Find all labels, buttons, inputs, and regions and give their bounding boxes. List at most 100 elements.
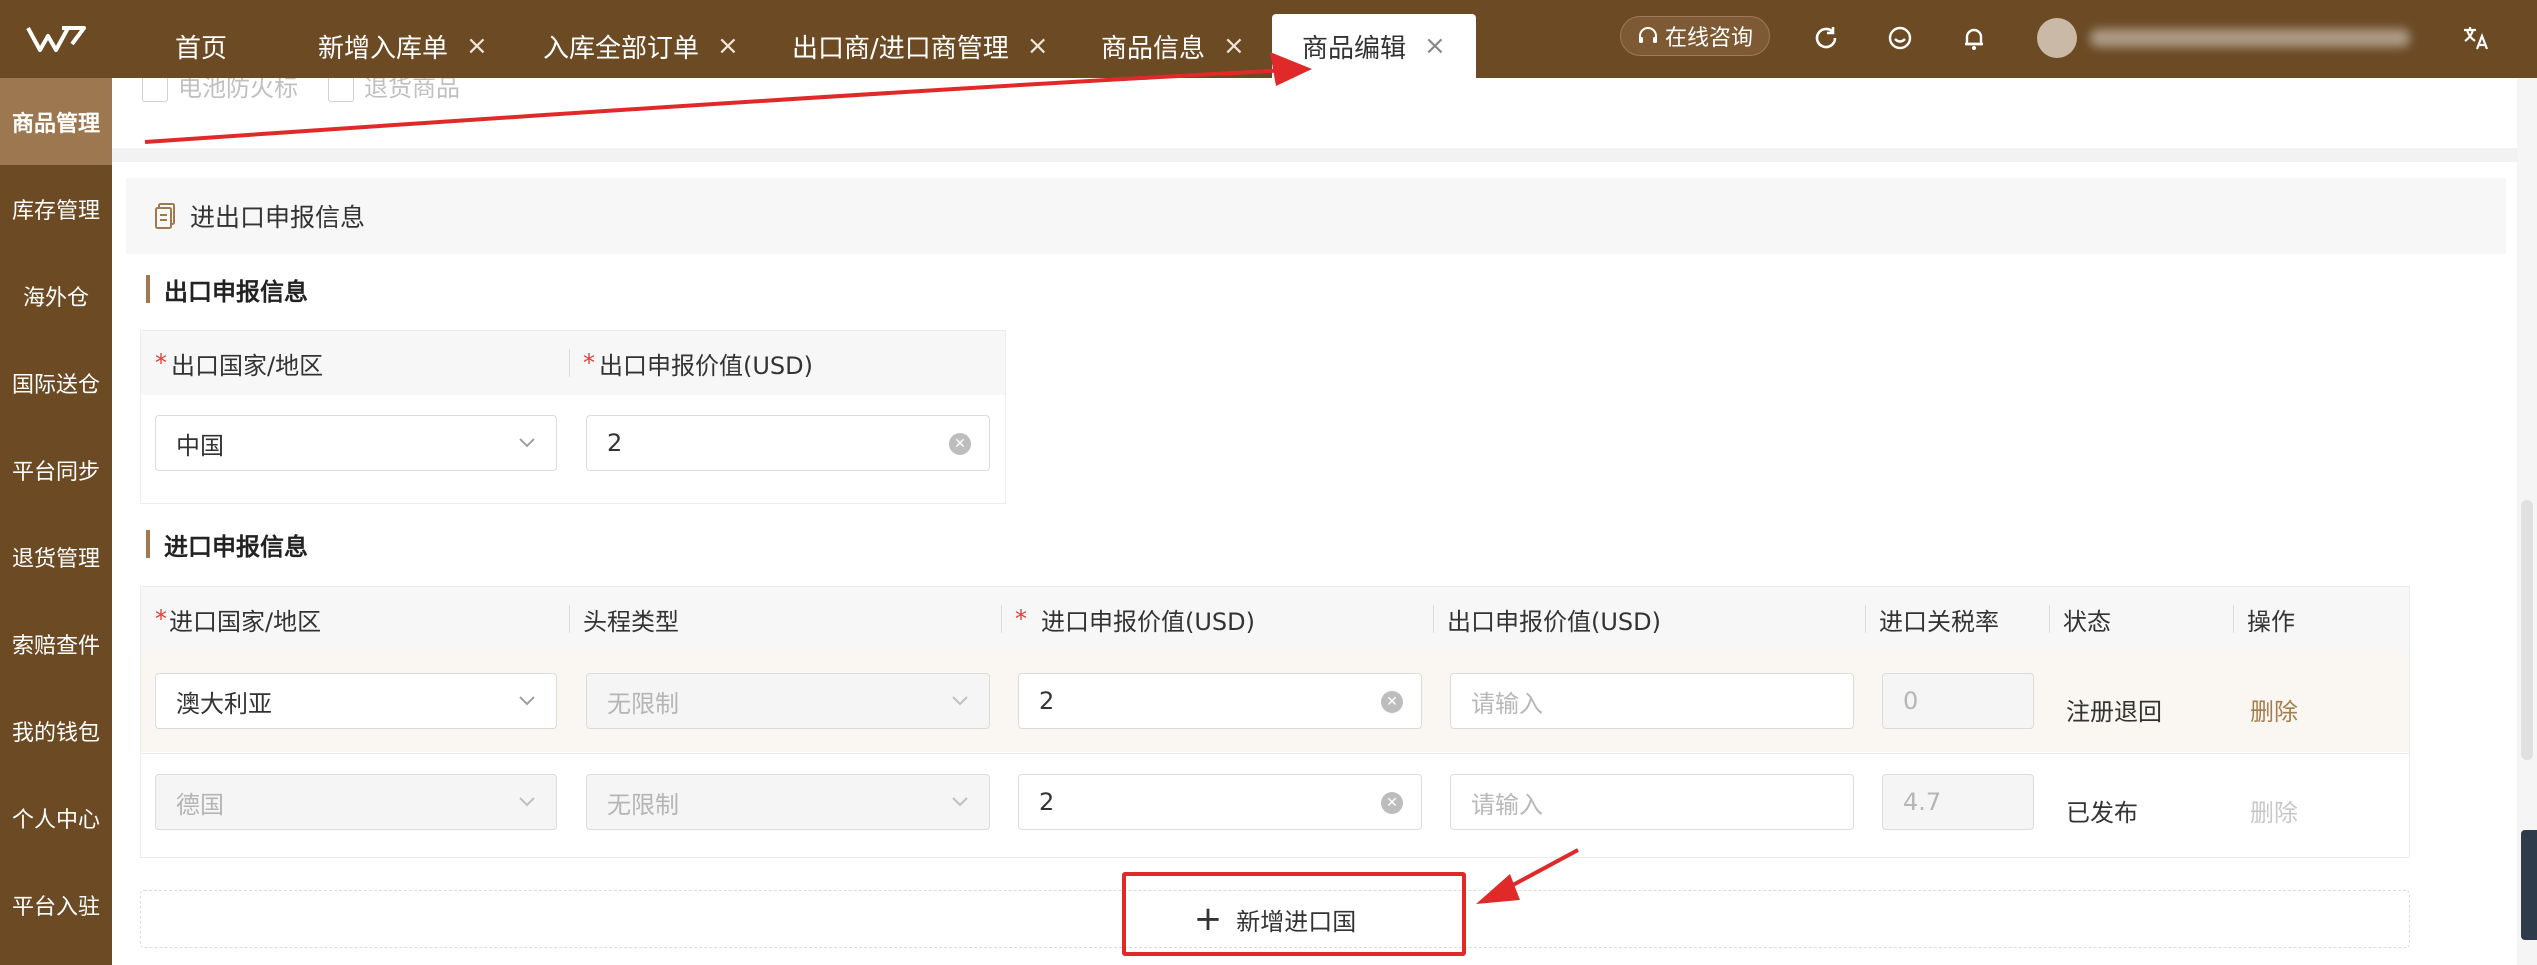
checkbox[interactable]: [328, 78, 354, 102]
delete-link[interactable]: 删除: [2250, 782, 2298, 838]
table-row: 德国 无限制 2 ✕ 请输入 4.7 已发布 删除: [141, 753, 2409, 854]
add-import-country-button[interactable]: + 新增进口国: [1194, 902, 1357, 937]
tariff-rate-input[interactable]: 0: [1882, 673, 2034, 729]
section-divider: [112, 148, 2517, 162]
tab-label: 入库全部订单: [543, 33, 700, 64]
import-value-input[interactable]: 2 ✕: [1018, 673, 1422, 729]
checkbox-returned-goods[interactable]: 退货商品: [328, 78, 460, 103]
sidebar-item-inventory[interactable]: 库存管理: [0, 165, 112, 252]
chevron-down-icon: [516, 791, 538, 813]
export-subtitle: 出口申报信息: [146, 271, 308, 307]
tab-product-edit[interactable]: 商品编辑 ×: [1272, 14, 1476, 78]
main-content: 电池防火标 退货商品 进出口申报信息 出口申报信息 * 出口国家/地区 * 出口申报…: [112, 78, 2517, 965]
header-import-country: * 进口国家/地区: [155, 605, 322, 636]
consult-label: 在线咨询: [1664, 26, 1753, 51]
sidebar-item-personal-center[interactable]: 个人中心: [0, 774, 112, 861]
header-first-leg-type: 头程类型: [569, 587, 679, 651]
import-country-select[interactable]: 澳大利亚: [155, 673, 557, 729]
tab-label: 商品信息: [1101, 33, 1206, 64]
chevron-down-icon: [949, 791, 971, 813]
checkbox-row: 电池防火标 退货商品: [142, 78, 460, 103]
export-value-input[interactable]: 请输入: [1450, 673, 1854, 729]
first-leg-type-select[interactable]: 无限制: [586, 673, 990, 729]
sidebar-item-label: 海外仓: [22, 285, 89, 311]
export-value-input[interactable]: 2 ✕: [586, 415, 990, 471]
bell-icon[interactable]: [1956, 20, 1992, 56]
tab-exporter-importer[interactable]: 出口商/进口商管理 ×: [792, 14, 1049, 78]
sidebar-item-label: 我的钱包: [11, 720, 100, 746]
close-icon[interactable]: ×: [1027, 31, 1049, 61]
import-table: * 进口国家/地区 头程类型 * 进口申报价值(USD) 出口申报价值(USD) 进…: [140, 586, 2410, 858]
section-header: 进出口申报信息: [126, 178, 2506, 254]
clear-icon[interactable]: ✕: [1381, 691, 1403, 713]
logo[interactable]: [0, 0, 112, 78]
section-title: 进出口申报信息: [190, 203, 366, 232]
sidebar-item-platform-onboarding[interactable]: 平台入驻: [0, 861, 112, 948]
online-consult-button[interactable]: 在线咨询: [1620, 16, 1770, 56]
header-import-value: * 进口申报价值(USD): [1001, 587, 1255, 651]
header-export-value: * 出口申报价值(USD): [569, 331, 813, 395]
sidebar-item-platform-sync[interactable]: 平台同步: [0, 426, 112, 513]
import-subtitle: 进口申报信息: [146, 526, 308, 562]
first-leg-type-select[interactable]: 无限制: [586, 774, 990, 830]
plus-icon: +: [1193, 899, 1223, 939]
delete-link[interactable]: 删除: [2250, 681, 2298, 737]
export-country-select[interactable]: 中国: [155, 415, 557, 471]
username-blurred[interactable]: [2090, 18, 2430, 58]
sidebar-item-international-delivery[interactable]: 国际送仓: [0, 339, 112, 426]
service-icon[interactable]: [1882, 20, 1918, 56]
header-export-country: * 出口国家/地区: [155, 349, 324, 380]
import-country-select[interactable]: 德国: [155, 774, 557, 830]
chevron-down-icon: [516, 690, 538, 712]
close-icon[interactable]: ×: [466, 31, 488, 61]
scrollbar-thumb[interactable]: [2521, 500, 2533, 760]
chevron-down-icon: [516, 432, 538, 454]
sidebar-item-claims[interactable]: 索赔查件: [0, 600, 112, 687]
sidebar-item-label: 平台同步: [11, 459, 100, 485]
avatar[interactable]: [2037, 18, 2077, 58]
header-action: 操作: [2233, 587, 2295, 651]
import-value-input[interactable]: 2 ✕: [1018, 774, 1422, 830]
clear-icon[interactable]: ✕: [949, 433, 971, 455]
close-icon[interactable]: ×: [717, 31, 739, 61]
clear-icon[interactable]: ✕: [1381, 792, 1403, 814]
status-text: 已发布: [2066, 798, 2138, 827]
checkbox[interactable]: [142, 78, 168, 102]
document-icon: [155, 203, 175, 229]
sidebar-item-wallet[interactable]: 我的钱包: [0, 687, 112, 774]
top-bar: 首页 新增入库单 × 入库全部订单 × 出口商/进口商管理 × 商品信息 × 商…: [0, 0, 2537, 78]
status-text: 注册退回: [2066, 697, 2162, 726]
header-tariff-rate: 进口关税率: [1865, 587, 1999, 651]
checkbox-battery-fire-label[interactable]: 电池防火标: [142, 78, 298, 103]
tab-new-inbound-order[interactable]: 新增入库单 ×: [318, 14, 488, 78]
tab-all-inbound-orders[interactable]: 入库全部订单 ×: [543, 14, 739, 78]
sidebar-item-overseas-warehouse[interactable]: 海外仓: [0, 252, 112, 339]
sidebar-item-product-management[interactable]: 商品管理: [0, 78, 112, 165]
sidebar-item-label: 平台入驻: [11, 894, 100, 920]
export-value-input[interactable]: 请输入: [1450, 774, 1854, 830]
header-status: 状态: [2049, 587, 2111, 651]
sidebar-item-label: 索赔查件: [11, 633, 100, 659]
translate-icon[interactable]: [2458, 20, 2494, 56]
tab-label: 出口商/进口商管理: [792, 33, 1009, 64]
add-button-label: 新增进口国: [1236, 907, 1357, 936]
logo-icon: [26, 26, 86, 52]
close-icon[interactable]: ×: [1424, 31, 1446, 61]
tab-home[interactable]: 首页: [175, 14, 227, 78]
tab-label: 首页: [175, 33, 228, 64]
tab-product-info[interactable]: 商品信息 ×: [1101, 14, 1245, 78]
chevron-down-icon: [949, 690, 971, 712]
sidebar-item-label: 个人中心: [11, 807, 100, 833]
sidebar-item-returns[interactable]: 退货管理: [0, 513, 112, 600]
title-accent-bar: [146, 530, 150, 558]
header-export-value: 出口申报价值(USD): [1433, 587, 1661, 651]
sidebar-item-label: 退货管理: [11, 546, 100, 572]
sidebar: 商品管理 库存管理 海外仓 国际送仓 平台同步 退货管理 索赔查件 我的钱包 个…: [0, 78, 112, 965]
tab-label: 新增入库单: [318, 33, 449, 64]
close-icon[interactable]: ×: [1223, 31, 1245, 61]
side-widget[interactable]: [2521, 830, 2537, 940]
title-accent-bar: [146, 275, 150, 303]
tariff-rate-input[interactable]: 4.7: [1882, 774, 2034, 830]
refresh-icon[interactable]: [1808, 20, 1844, 56]
sidebar-item-label: 商品管理: [11, 111, 100, 137]
